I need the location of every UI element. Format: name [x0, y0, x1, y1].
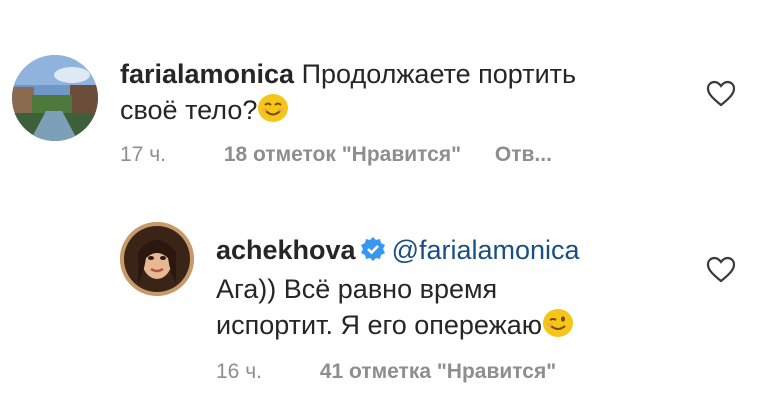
likes-count-button[interactable]: 18 отметок "Нравится"	[224, 143, 461, 167]
verified-badge-icon	[360, 235, 386, 271]
winking-face-emoji-icon	[542, 308, 574, 347]
comment-time: 16 ч.	[216, 360, 262, 383]
avatar-photo	[120, 222, 194, 296]
reply-button[interactable]: Отв...	[495, 143, 552, 167]
like-heart-icon[interactable]	[706, 256, 736, 284]
like-heart-icon[interactable]	[706, 80, 736, 108]
comment-body-line2: испортит. Я его опережаю	[216, 310, 542, 340]
comment-text: achekhova @farialamonica Ага)) Всё равно…	[216, 232, 736, 347]
comment-username[interactable]: farialamonica	[120, 59, 294, 89]
comment-body-line1: Ага)) Всё равно время	[216, 274, 498, 304]
comment-body-line1: Продолжаете портить	[301, 59, 577, 89]
avatar[interactable]	[12, 55, 98, 141]
comment-meta: 16 ч. 41 отметка "Нравится"	[216, 360, 556, 384]
avatar-photo	[12, 55, 98, 141]
mention-link[interactable]: @farialamonica	[392, 235, 580, 265]
comment-text: farialamonica Продолжаете портить своё т…	[120, 56, 720, 132]
smiling-face-emoji-icon	[257, 93, 289, 132]
comment-farialamonica: farialamonica Продолжаете портить своё т…	[0, 0, 768, 200]
comment-time: 17 ч.	[120, 143, 166, 166]
comment-body-line2: своё тело?	[120, 95, 258, 125]
likes-count-button[interactable]: 41 отметка "Нравится"	[320, 360, 556, 384]
comment-meta: 17 ч. 18 отметок "Нравится" Отв...	[120, 143, 552, 167]
comment-achekhova: achekhova @farialamonica Ага)) Всё равно…	[0, 200, 768, 418]
comment-username[interactable]: achekhova	[216, 235, 356, 265]
avatar[interactable]	[120, 222, 194, 296]
